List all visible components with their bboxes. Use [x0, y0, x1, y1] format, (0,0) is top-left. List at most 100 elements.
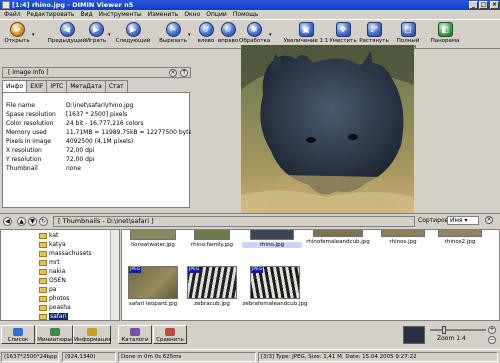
panel-pin-icon[interactable]: ↑ [180, 69, 188, 77]
panel-close-icon[interactable]: × [169, 69, 177, 77]
thumbnail-item[interactable]: rhinos2.jpg [435, 230, 485, 252]
image-info-header: [ Image Info ] × ↑ [2, 67, 191, 78]
thumbs-close-icon[interactable]: × [485, 216, 493, 224]
open-folder-icon: ▰ [9, 22, 25, 37]
image-info-title: [ Image Info ] [8, 69, 49, 76]
menu-bar: Файл Редактировать Вид Инструменты Измен… [0, 10, 500, 19]
thumbnails-icon [49, 328, 60, 336]
tab-metadata[interactable]: МетаДата [66, 80, 106, 92]
play-dropdown-icon[interactable]: ▾ [108, 32, 111, 38]
tab-list[interactable]: Список [1, 325, 35, 344]
folder-item[interactable]: massachusets [39, 249, 92, 258]
cut-icon: ✂ [165, 22, 181, 37]
catalogs-icon [130, 328, 140, 336]
menu-help[interactable]: Помощь [233, 10, 259, 19]
menu-options[interactable]: Опции [206, 10, 227, 19]
open-dropdown-icon[interactable]: ▾ [32, 32, 35, 38]
info-tabs: Инфо EXIF IPTC МетаДата Стат [2, 80, 128, 93]
menu-tools[interactable]: Инструменты [99, 10, 142, 19]
jpeg-badge: JPEG [251, 267, 264, 273]
status-file-info: [3/3] Type: JPEG, Size: 1,41 M, Date: 15… [258, 352, 498, 362]
folder-item[interactable]: kat [39, 231, 58, 240]
rotate-left-icon: ↺ [198, 22, 214, 37]
panorama-button[interactable]: ◧ Панорама [428, 21, 462, 49]
status-time: Done in 0m 0s 625ms [118, 352, 256, 362]
folder-icon [39, 313, 47, 320]
zoom-out-icon[interactable]: − [488, 336, 496, 344]
folder-item[interactable]: katya [39, 240, 66, 249]
menu-file[interactable]: Файл [4, 10, 21, 19]
folder-scrollbar[interactable] [110, 230, 119, 320]
list-icon [13, 328, 23, 336]
sort-select[interactable]: Имя ▾ [447, 216, 479, 225]
folder-icon [39, 286, 47, 293]
rotate-right-button[interactable]: ↻ вправо [216, 21, 240, 49]
next-button[interactable]: ▶ Следующий [114, 21, 152, 49]
image-info-list: File name D:\inet\safari\rhino.jpg Spase … [2, 92, 195, 208]
folder-icon [39, 232, 47, 239]
close-button[interactable]: × [490, 1, 499, 9]
minimize-button[interactable]: _ [469, 1, 478, 9]
tab-thumbnails[interactable]: Миниатюры [36, 325, 73, 344]
refresh-icon[interactable]: ↻ [39, 217, 48, 226]
status-dimensions: (1637*2500*24bpp) [1, 352, 59, 362]
folder-item[interactable]: mrt [39, 258, 60, 267]
menu-window[interactable]: Окно [184, 10, 200, 19]
tab-iptc[interactable]: IPTC [46, 80, 68, 92]
menu-edit[interactable]: Редактировать [27, 10, 75, 19]
thumbnail-item[interactable]: JPEG zebrafemaleandcub.jpg [242, 266, 308, 312]
folder-icon [39, 268, 47, 275]
folder-icon [39, 304, 47, 311]
menu-modify[interactable]: Изменить [148, 10, 179, 19]
back-icon[interactable]: ◀ [3, 217, 12, 226]
open-button[interactable]: ▰ Открыть [2, 21, 32, 49]
zoom-label: Zoom 1:4 [437, 335, 466, 342]
rhino-photo[interactable] [241, 45, 414, 214]
rotate-right-icon: ↻ [220, 22, 236, 37]
title-bar: [1:4] rhino.jpg - DIMIN Viewer n5 _ □ × [0, 0, 500, 10]
sort-control: Сортировка Имя ▾ [418, 215, 482, 226]
zoom-slider-track[interactable] [430, 326, 486, 334]
tab-information[interactable]: Информация [73, 325, 111, 344]
thumbnail-item[interactable]: JPEG zebracub.jpg [185, 266, 239, 312]
thumbnail-item[interactable]: lionsatwater.jpg [127, 230, 179, 252]
previous-button[interactable]: ◀ Предыдущий [46, 21, 88, 49]
tab-stat[interactable]: Стат [104, 80, 128, 92]
thumbnail-item[interactable]: rhinofemaleandcub.jpg [302, 230, 374, 252]
tab-catalogs[interactable]: Каталоги [118, 325, 152, 344]
cut-button[interactable]: ✂ Вырезать [158, 21, 188, 49]
status-bar: (1637*2500*24bpp) (924,1340) Done in 0m … [0, 349, 500, 363]
processing-dropdown-icon[interactable]: ▾ [269, 32, 272, 38]
folder-item[interactable]: pa [39, 285, 57, 294]
thumbnail-item-selected[interactable]: rhino.jpg [242, 230, 302, 252]
down-icon[interactable]: ▼ [28, 217, 37, 226]
thumbnail-item[interactable]: rhinos.jpg [378, 230, 428, 252]
cut-dropdown-icon[interactable]: ▾ [188, 32, 191, 38]
folder-item-selected[interactable]: safari [39, 312, 68, 321]
folder-item[interactable]: photos [39, 294, 69, 303]
folder-item[interactable]: poasha [39, 303, 71, 312]
menu-view[interactable]: Вид [80, 10, 92, 19]
play-icon: ▶ [88, 22, 104, 37]
zoom-slider-thumb[interactable] [442, 326, 446, 334]
thumbnail-item[interactable]: rhino.family.jpg [186, 230, 238, 252]
maximize-button[interactable]: □ [479, 1, 488, 9]
up-icon[interactable]: ▲ [17, 217, 26, 226]
folder-icon [39, 277, 47, 284]
play-button[interactable]: ▶ Играть [84, 21, 108, 49]
jpeg-badge: JPEG [129, 267, 142, 273]
tab-compare[interactable]: Сравнить [153, 325, 187, 344]
thumbnails-title: [ Thumbnails - D:\inet\safari ] [53, 216, 415, 227]
folder-icon [39, 295, 47, 302]
rotate-left-button[interactable]: ↺ влево [195, 21, 217, 49]
thumbnail-item[interactable]: JPEG safari leopard.jpg [126, 266, 180, 312]
jpeg-badge: JPEG [188, 267, 201, 273]
folder-icon [39, 241, 47, 248]
folder-item[interactable]: OSEN [39, 276, 66, 285]
tab-exif[interactable]: EXIF [26, 80, 48, 92]
navigator-preview[interactable] [403, 326, 425, 344]
zoom-in-icon[interactable]: + [488, 326, 496, 334]
window-title: [1:4] rhino.jpg - DIMIN Viewer n5 [12, 1, 134, 9]
app-icon [2, 1, 10, 9]
folder-item[interactable]: nakia [39, 267, 65, 276]
